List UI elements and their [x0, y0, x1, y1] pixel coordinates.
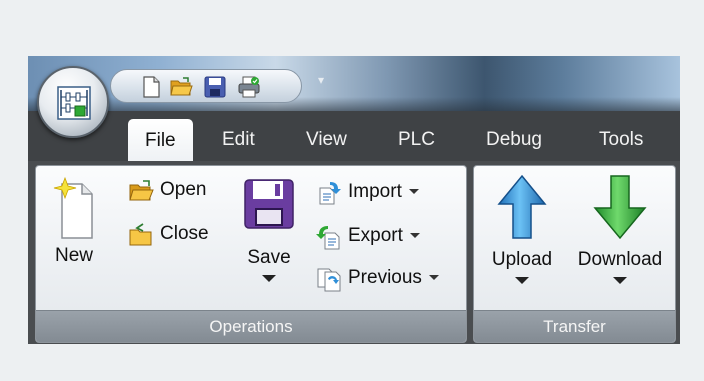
save-label: Save: [247, 247, 291, 268]
import-button[interactable]: Import: [316, 178, 466, 208]
save-dropdown-arrow[interactable]: [262, 275, 276, 282]
import-label: Import: [348, 181, 419, 203]
upload-arrow-icon: [497, 174, 547, 239]
tab-debug[interactable]: Debug: [486, 125, 542, 161]
close-label: Close: [160, 223, 209, 244]
operations-group: New Open Close Save Import Export Previo…: [35, 165, 467, 343]
export-button[interactable]: Export: [316, 222, 466, 252]
import-icon: [319, 182, 341, 205]
save-disk-icon: [244, 179, 294, 229]
download-arrow-icon: [593, 175, 647, 240]
quick-access-toolbar: [110, 69, 302, 103]
save-disk-icon[interactable]: [203, 75, 227, 99]
tab-tools[interactable]: Tools: [599, 125, 643, 161]
transfer-group-label: Transfer: [474, 310, 675, 342]
upload-label: Upload: [491, 249, 553, 270]
new-label: New: [54, 245, 93, 266]
transfer-group: Upload Download Transfer: [473, 165, 676, 343]
application-window: ▾ File Edit View PLC Debug Tools New Ope…: [28, 56, 680, 344]
ladder-logic-icon: [57, 86, 91, 120]
open-folder-icon: [129, 180, 154, 201]
ribbon-tab-bar: File Edit View PLC Debug Tools: [28, 111, 680, 163]
application-menu-button[interactable]: [37, 66, 109, 138]
new-document-icon: [53, 176, 93, 239]
close-button[interactable]: Close: [128, 220, 228, 250]
previous-button[interactable]: Previous: [316, 264, 466, 294]
customize-quick-access-dropdown[interactable]: ▾: [318, 73, 324, 87]
upload-dropdown-arrow[interactable]: [515, 277, 529, 284]
new-button[interactable]: New: [50, 176, 98, 267]
tab-edit[interactable]: Edit: [222, 125, 255, 161]
download-dropdown-arrow[interactable]: [613, 277, 627, 284]
export-icon: [316, 226, 340, 250]
tab-plc[interactable]: PLC: [398, 125, 435, 161]
download-button[interactable]: Download: [568, 174, 672, 284]
close-folder-icon: [129, 223, 152, 246]
open-button[interactable]: Open: [128, 176, 228, 206]
open-folder-icon[interactable]: [169, 75, 193, 99]
export-label: Export: [348, 225, 420, 247]
tab-file[interactable]: File: [128, 119, 193, 163]
tab-view[interactable]: View: [306, 125, 347, 161]
ribbon-panel: New Open Close Save Import Export Previo…: [28, 161, 680, 344]
save-button[interactable]: Save: [236, 176, 302, 282]
upload-button[interactable]: Upload: [480, 174, 564, 284]
previous-label: Previous: [348, 267, 439, 289]
previous-documents-icon: [317, 268, 341, 292]
download-label: Download: [577, 249, 663, 270]
operations-group-label: Operations: [36, 310, 466, 342]
open-label: Open: [160, 179, 207, 200]
print-icon[interactable]: [237, 75, 261, 99]
new-document-icon[interactable]: [139, 75, 163, 99]
